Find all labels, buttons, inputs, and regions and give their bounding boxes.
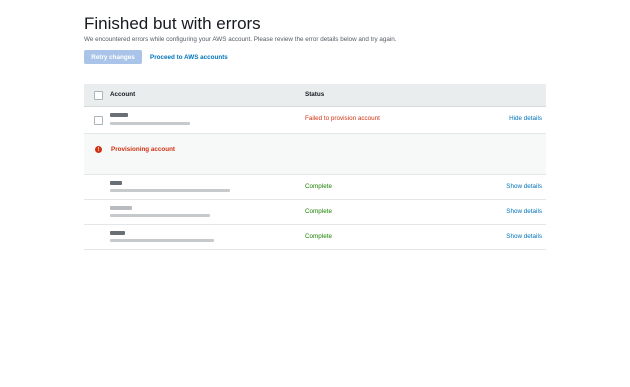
retry-changes-button[interactable]: Retry changes [84,50,142,64]
account-name-redacted [110,181,122,185]
page-title: Finished but with errors [84,14,261,33]
error-details-panel: ! Provisioning account [84,134,546,175]
account-name-redacted [110,206,132,210]
table-row[interactable]: Complete Show details [84,200,546,225]
column-header-account: Account [110,91,136,98]
accounts-table: Account Status Failed to provision accou… [84,84,546,250]
show-details-link[interactable]: Show details [506,208,542,215]
table-row[interactable]: Failed to provision account Hide details [84,107,546,134]
table-row[interactable]: Complete Show details [84,175,546,200]
account-name-redacted [110,231,125,235]
account-id-redacted [110,122,190,125]
account-name-redacted [110,113,128,117]
select-all-checkbox[interactable] [94,91,103,100]
error-message: Provisioning account [111,146,176,153]
status-text: Failed to provision account [305,115,380,122]
status-text: Complete [305,183,332,190]
account-id-redacted [110,239,214,242]
show-details-link[interactable]: Show details [506,233,542,240]
table-header: Account Status [84,84,546,107]
status-text: Complete [305,233,332,240]
hide-details-link[interactable]: Hide details [509,115,542,122]
status-text: Complete [305,208,332,215]
page-subtitle: We encountered errors while configuring … [84,36,397,43]
error-icon: ! [95,146,102,153]
page: Finished but with errors We encountered … [0,0,630,387]
table-row[interactable]: Complete Show details [84,225,546,250]
proceed-to-accounts-link[interactable]: Proceed to AWS accounts [150,50,228,64]
account-id-redacted [110,214,210,217]
account-id-redacted [110,189,230,192]
column-header-status: Status [305,91,325,98]
show-details-link[interactable]: Show details [506,183,542,190]
row-checkbox[interactable] [94,116,103,125]
